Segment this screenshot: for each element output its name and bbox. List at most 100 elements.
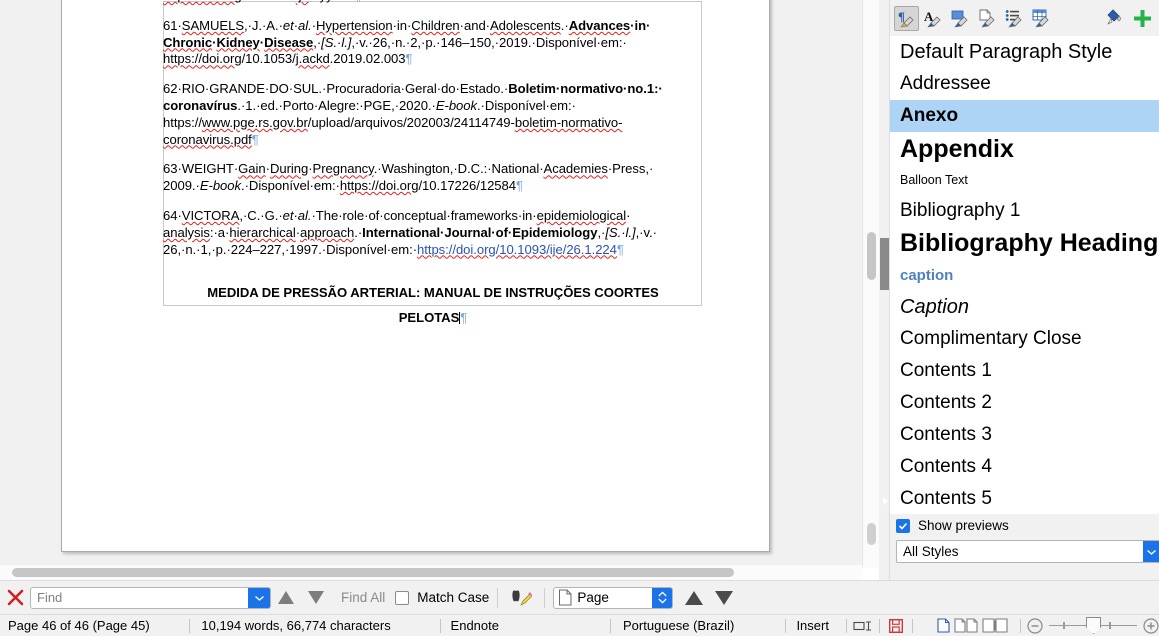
style-item-bibliography-1[interactable]: Bibliography 1: [890, 194, 1159, 227]
paragraph-styles-button[interactable]: ¶: [894, 5, 919, 31]
frame-styles-button[interactable]: [948, 6, 973, 31]
zoom-slider[interactable]: [1049, 617, 1138, 634]
status-save-indicator[interactable]: [880, 615, 912, 636]
status-word-count[interactable]: 10,194 words, 66,774 characters: [190, 615, 439, 636]
new-style-button[interactable]: [1130, 6, 1155, 31]
document-canvas[interactable]: Hypertension, [S. l.], v. 27, n. 4, p. 1…: [0, 0, 862, 568]
document-vertical-scrollbar[interactable]: [862, 0, 879, 568]
style-item-bibliography-heading[interactable]: Bibliography Heading: [890, 227, 1159, 259]
style-item-caption[interactable]: Caption: [890, 291, 1159, 323]
navigate-by-combobox[interactable]: Page: [553, 586, 674, 609]
vertical-scrollbar-thumb-secondary[interactable]: [867, 523, 876, 545]
style-label: Bibliography 1: [900, 199, 1021, 221]
document-horizontal-scrollbar[interactable]: [0, 565, 862, 580]
single-page-view-icon[interactable]: [937, 618, 950, 633]
style-label: Appendix: [900, 134, 1014, 163]
view-layout-group: [937, 615, 1008, 636]
status-selection-mode[interactable]: [847, 615, 879, 636]
show-previews-row[interactable]: Show previews: [890, 514, 1159, 533]
word-count-label: 10,194 words, 66,774 characters: [201, 618, 391, 633]
heading-line-2: PELOTAS: [398, 310, 460, 326]
chevron-down-icon[interactable]: [248, 587, 270, 608]
new-style-plus-icon: [1134, 9, 1151, 27]
zoom-out-icon[interactable]: [1027, 617, 1043, 634]
find-and-replace-button[interactable]: [506, 588, 536, 608]
paragraph-ref-62[interactable]: 62·RIO·GRANDE·DO·SUL.·Procuradoria·Geral…: [163, 81, 703, 148]
language-label: Portuguese (Brazil): [623, 618, 735, 633]
zoom-slider-tick: [1063, 622, 1066, 629]
style-item-contents-5[interactable]: Contents 5: [890, 483, 1159, 514]
spinner-updown-icon[interactable]: [652, 587, 673, 608]
book-view-icon[interactable]: [982, 618, 1008, 633]
sidebar-splitter[interactable]: [879, 0, 890, 580]
paragraph-60-url[interactable]: https://doi.org/10.1093/ije/dyy170¶: [163, 0, 703, 5]
style-label: Contents 1: [900, 360, 992, 381]
triangle-up-icon: [278, 591, 294, 604]
table-styles-icon: [1032, 9, 1049, 27]
document-heading[interactable]: MEDIDA DE PRESSÃO ARTERIAL: MANUAL DE IN…: [163, 280, 703, 330]
zoom-in-icon[interactable]: [1143, 617, 1159, 634]
style-item-complimentary-close[interactable]: Complimentary Close: [890, 323, 1159, 355]
paragraph-ref-63[interactable]: 63·WEIGHT·Gain·During·Pregnancy.·Washing…: [163, 161, 703, 195]
paragraph-ref-64[interactable]: 64·VICTORA,·C.·G.·et·al.·The·role·of·con…: [163, 208, 703, 258]
multiple-page-view-icon[interactable]: [954, 618, 978, 633]
status-language[interactable]: Portuguese (Brazil): [611, 615, 785, 636]
insert-mode-label: Insert: [796, 618, 829, 633]
style-label: Contents 4: [900, 456, 992, 477]
fill-format-mode-button[interactable]: [1103, 6, 1128, 31]
status-page-info[interactable]: Page 46 of 46 (Page 45): [0, 615, 189, 636]
close-find-toolbar-button[interactable]: [0, 588, 30, 607]
styles-list[interactable]: Default Paragraph Style Addressee Anexo …: [890, 36, 1159, 514]
style-label: Default Paragraph Style: [900, 40, 1113, 63]
style-label: Contents 2: [900, 392, 992, 413]
libreoffice-writer-window: Hypertension, [S. l.], v. 27, n. 4, p. 1…: [0, 0, 1159, 636]
style-item-contents-4[interactable]: Contents 4: [890, 451, 1159, 483]
heading-line-1: MEDIDA DE PRESSÃO ARTERIAL: MANUAL DE IN…: [207, 285, 659, 301]
style-label: Anexo: [900, 105, 959, 126]
show-previews-checkbox[interactable]: [896, 518, 910, 533]
find-all-label: Find All: [341, 590, 386, 605]
next-page-button[interactable]: [709, 590, 739, 606]
match-case-checkbox[interactable]: [395, 590, 410, 605]
style-item-addressee[interactable]: Addressee: [890, 68, 1159, 100]
style-item-caption-lowercase[interactable]: caption: [890, 259, 1159, 291]
style-filter-combobox[interactable]: All Styles: [896, 540, 1159, 563]
table-styles-button[interactable]: [1029, 6, 1054, 31]
doi-link[interactable]: https://doi.org/10.1093/ije/26.1.224: [417, 242, 617, 257]
page-document-icon: [559, 589, 572, 606]
paragraph-ref-61[interactable]: 61·SAMUELS,·J.·A.·et·al.·Hypertension·in…: [163, 18, 703, 68]
horizontal-scrollbar-thumb[interactable]: [12, 568, 734, 577]
style-item-default-paragraph-style[interactable]: Default Paragraph Style: [890, 36, 1159, 68]
status-page-style[interactable]: Endnote: [441, 615, 610, 636]
chevron-right-icon: [883, 497, 888, 505]
vertical-scrollbar-thumb[interactable]: [867, 232, 876, 280]
paragraph-styles-icon: ¶: [898, 9, 914, 27]
style-item-contents-1[interactable]: Contents 1: [890, 355, 1159, 387]
previous-page-button[interactable]: [679, 590, 709, 606]
page-info-label: Page 46 of 46 (Page 45): [8, 618, 150, 633]
list-styles-button[interactable]: [1002, 6, 1027, 31]
find-next-button[interactable]: [301, 590, 331, 605]
sidebar-splitter-handle[interactable]: [880, 238, 889, 505]
find-previous-button[interactable]: [271, 590, 301, 605]
style-item-contents-2[interactable]: Contents 2: [890, 387, 1159, 419]
unsaved-changes-floppy-icon: [889, 618, 904, 633]
character-styles-button[interactable]: A: [921, 6, 946, 31]
page-styles-button[interactable]: [975, 6, 1000, 31]
style-item-appendix[interactable]: Appendix: [890, 132, 1159, 166]
style-item-balloon-text[interactable]: Balloon Text: [890, 166, 1159, 194]
find-all-button[interactable]: Find All: [331, 590, 395, 605]
triangle-up-icon: [685, 590, 704, 605]
triangle-down-icon: [715, 590, 734, 605]
document-text-body[interactable]: Hypertension, [S. l.], v. 27, n. 4, p. 1…: [163, 0, 703, 343]
zoom-slider-handle[interactable]: [1086, 617, 1102, 634]
style-item-contents-3[interactable]: Contents 3: [890, 419, 1159, 451]
style-item-anexo[interactable]: Anexo: [890, 100, 1159, 132]
chevron-down-icon[interactable]: [1143, 541, 1159, 562]
match-case-label: Match Case: [417, 590, 490, 605]
style-label: caption: [900, 266, 954, 284]
match-case-row[interactable]: Match Case: [395, 590, 489, 605]
status-insert-mode[interactable]: Insert: [786, 615, 846, 636]
find-input[interactable]: Find: [30, 586, 271, 609]
style-filter-value: All Styles: [903, 544, 959, 559]
